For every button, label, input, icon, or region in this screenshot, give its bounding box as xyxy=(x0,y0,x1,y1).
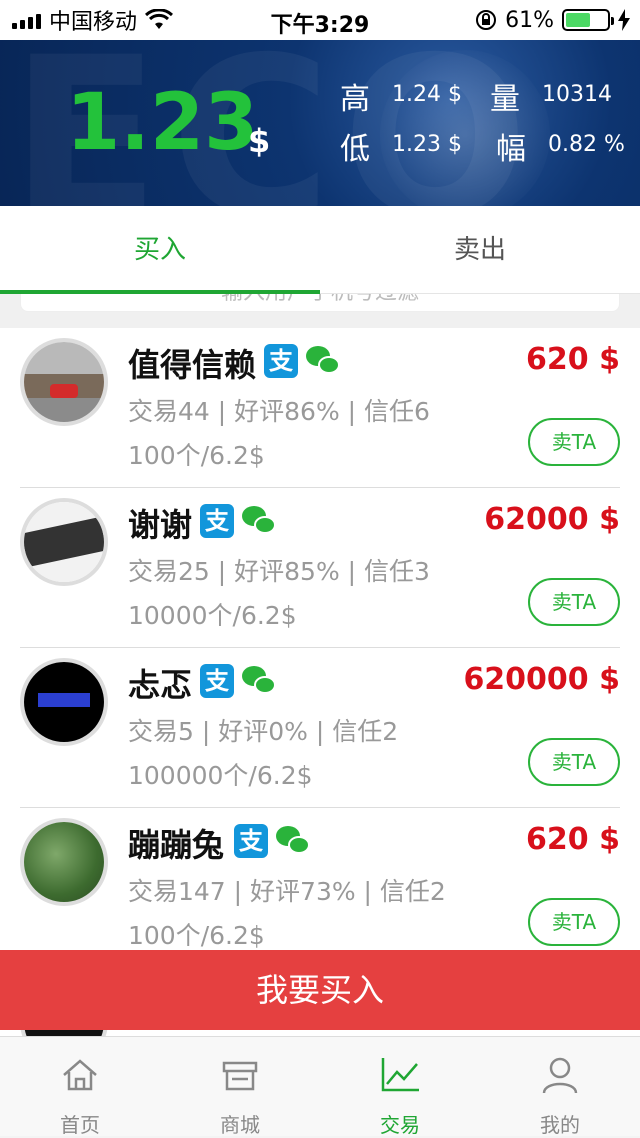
price-banner: ECO 1.23 $ 高 1.24 $ 低 1.23 $ 量 10314 幅 0… xyxy=(0,40,640,206)
volume-value: 10314 xyxy=(542,82,612,107)
charging-icon xyxy=(618,9,630,31)
high-value: 1.24 $ xyxy=(392,82,462,107)
sell-to-button[interactable]: 卖TA xyxy=(528,418,620,466)
nav-label: 我的 xyxy=(540,1113,580,1137)
list-item[interactable]: 蹦蹦兔 支 交易147 | 好评73% | 信任2 100个/6.2$ 620 … xyxy=(0,808,640,968)
change-value: 0.82 % xyxy=(548,132,625,157)
store-icon xyxy=(222,1061,258,1091)
payment-icons: 支 xyxy=(200,504,278,538)
unit-price: 100000个/6.2$ xyxy=(128,761,313,790)
nav-item-store[interactable]: 商城 xyxy=(160,1037,320,1137)
payment-icons: 支 xyxy=(200,664,278,698)
home-icon xyxy=(63,1059,97,1091)
total-price: 620 $ xyxy=(526,342,620,377)
list-item[interactable]: 忐忑 支 交易5 | 好评0% | 信任2 100000个/6.2$ 62000… xyxy=(0,648,640,808)
chart-icon xyxy=(381,1058,419,1092)
nav-item-trade[interactable]: 交易 xyxy=(320,1037,480,1137)
alipay-icon: 支 xyxy=(264,344,298,378)
seller-stats: 交易147 | 好评73% | 信任2 xyxy=(128,877,446,906)
search-strip: 输入用户手机号过滤 xyxy=(0,294,640,328)
current-price: 1.23 xyxy=(66,78,259,168)
nav-item-profile[interactable]: 我的 xyxy=(480,1037,640,1137)
bottom-nav: 首页 商城 交易 我的 xyxy=(0,1036,640,1137)
avatar xyxy=(20,338,108,426)
low-value: 1.23 $ xyxy=(392,132,462,157)
total-price: 620 $ xyxy=(526,822,620,857)
status-bar: 中国移动 下午3:29 61% xyxy=(0,0,640,40)
alipay-icon: 支 xyxy=(200,504,234,538)
unit-price: 100个/6.2$ xyxy=(128,441,265,470)
price-currency: $ xyxy=(248,122,271,160)
nav-label: 交易 xyxy=(380,1113,420,1137)
total-price: 620000 $ xyxy=(463,662,620,697)
nav-label: 首页 xyxy=(60,1113,100,1137)
battery-icon xyxy=(562,9,614,31)
battery-fill xyxy=(566,13,591,27)
volume-label: 量 xyxy=(490,82,520,117)
status-right: 61% xyxy=(475,0,630,40)
unit-price: 10000个/6.2$ xyxy=(128,601,297,630)
wechat-icon xyxy=(276,824,312,858)
sell-to-button[interactable]: 卖TA xyxy=(528,578,620,626)
seller-name: 蹦蹦兔 xyxy=(128,826,225,864)
seller-name: 值得信赖 xyxy=(128,346,257,384)
listing-list[interactable]: 值得信赖 支 交易44 | 好评86% | 信任6 100个/6.2$ 620 … xyxy=(0,328,640,1036)
payment-icons: 支 xyxy=(234,824,312,858)
avatar xyxy=(20,818,108,906)
buy-button[interactable]: 我要买入 xyxy=(0,950,640,1030)
alipay-icon: 支 xyxy=(234,824,268,858)
avatar xyxy=(20,498,108,586)
seller-name: 谢谢 xyxy=(128,506,193,544)
nav-label: 商城 xyxy=(220,1113,260,1137)
wechat-icon xyxy=(242,664,278,698)
search-input[interactable]: 输入用户手机号过滤 xyxy=(20,294,620,312)
tab-buy[interactable]: 买入 xyxy=(0,206,320,294)
avatar xyxy=(20,658,108,746)
trade-tabs: 买入 卖出 xyxy=(0,206,640,295)
unit-price: 100个/6.2$ xyxy=(128,921,265,950)
wechat-icon xyxy=(242,504,278,538)
profile-icon xyxy=(542,1057,578,1094)
rotation-lock-icon xyxy=(476,10,497,30)
battery-percent: 61% xyxy=(505,7,554,33)
nav-item-home[interactable]: 首页 xyxy=(0,1037,160,1137)
total-price: 62000 $ xyxy=(484,502,620,537)
payment-icons: 支 xyxy=(264,344,342,378)
tab-sell[interactable]: 卖出 xyxy=(320,206,640,294)
seller-stats: 交易5 | 好评0% | 信任2 xyxy=(128,717,399,746)
low-label: 低 xyxy=(340,132,370,167)
list-item[interactable]: 值得信赖 支 交易44 | 好评86% | 信任6 100个/6.2$ 620 … xyxy=(0,328,640,488)
seller-name: 忐忑 xyxy=(128,666,193,704)
seller-stats: 交易25 | 好评85% | 信任3 xyxy=(128,557,430,586)
list-item[interactable]: 谢谢 支 交易25 | 好评85% | 信任3 10000个/6.2$ 6200… xyxy=(0,488,640,648)
sell-to-button[interactable]: 卖TA xyxy=(528,738,620,786)
change-label: 幅 xyxy=(496,132,526,167)
high-label: 高 xyxy=(340,82,370,117)
sell-to-button[interactable]: 卖TA xyxy=(528,898,620,946)
alipay-icon: 支 xyxy=(200,664,234,698)
seller-stats: 交易44 | 好评86% | 信任6 xyxy=(128,397,430,426)
wechat-icon xyxy=(306,344,342,378)
